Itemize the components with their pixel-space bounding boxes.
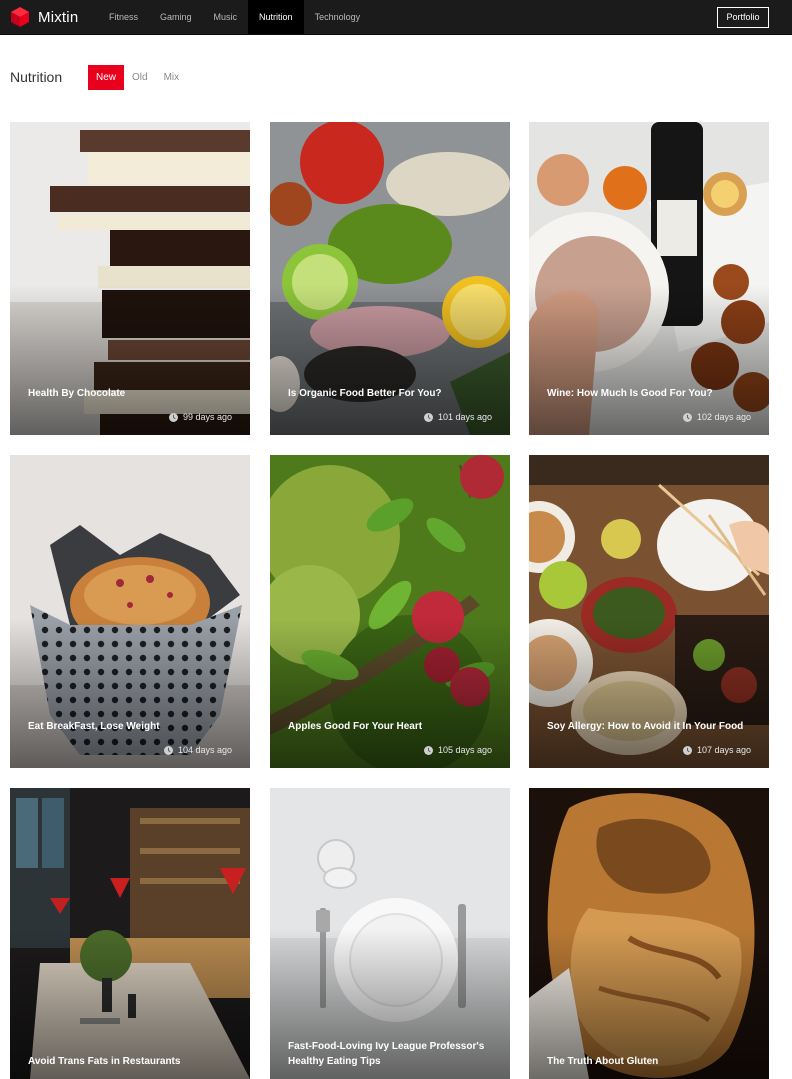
post-title: Wine: How Much Is Good For You? (547, 388, 713, 399)
post-age: 101 days ago (437, 412, 492, 422)
nav-item-nutrition[interactable]: Nutrition (248, 0, 304, 34)
sort-filters: New Old Mix (88, 65, 187, 90)
post-age: 102 days ago (696, 412, 751, 422)
post-title: Avoid Trans Fats in Restaurants (28, 1056, 181, 1067)
post-date: 99 days ago (168, 412, 232, 422)
page-title: Nutrition (10, 69, 63, 85)
post-card[interactable]: Is Organic Food Better For You? 101 days… (270, 122, 510, 435)
post-age: 99 days ago (182, 412, 232, 422)
nav-item-technology[interactable]: Technology (304, 0, 372, 34)
clock-icon (168, 412, 178, 422)
post-card[interactable]: Wine: How Much Is Good For You? 102 days… (529, 122, 769, 435)
post-card[interactable]: Fast-Food-Loving Ivy League Professor's … (270, 788, 510, 1079)
nav-item-music[interactable]: Music (203, 0, 249, 34)
clock-icon (682, 745, 692, 755)
clock-icon (423, 412, 433, 422)
nav-item-gaming[interactable]: Gaming (149, 0, 203, 34)
main-nav: Fitness Gaming Music Nutrition Technolog… (98, 0, 371, 34)
post-date: 102 days ago (682, 412, 751, 422)
clock-icon (682, 412, 692, 422)
post-card[interactable]: Apples Good For Your Heart 105 days ago (270, 455, 510, 768)
post-age: 105 days ago (437, 745, 492, 755)
post-card[interactable]: Eat BreakFast, Lose Weight 104 days ago (10, 455, 250, 768)
clock-icon (163, 745, 173, 755)
post-date: 107 days ago (682, 745, 751, 755)
post-title: Fast-Food-Loving Ivy League Professor's … (288, 1041, 485, 1067)
filter-new[interactable]: New (88, 65, 125, 90)
nav-item-fitness[interactable]: Fitness (98, 0, 149, 34)
post-title: Apples Good For Your Heart (288, 721, 423, 732)
post-date: 101 days ago (423, 412, 492, 422)
post-date: 105 days ago (423, 745, 492, 755)
post-title: Health By Chocolate (28, 388, 126, 399)
post-title: Soy Allergy: How to Avoid it In Your Foo… (547, 721, 744, 732)
post-card[interactable]: Soy Allergy: How to Avoid it In Your Foo… (529, 455, 769, 768)
post-title: The Truth About Gluten (547, 1056, 659, 1067)
post-card[interactable]: The Truth About Gluten (529, 788, 769, 1079)
brand[interactable]: Mixtin (10, 6, 78, 28)
top-navbar: Mixtin Fitness Gaming Music Nutrition Te… (0, 0, 792, 35)
post-age: 107 days ago (696, 745, 751, 755)
clock-icon (423, 745, 433, 755)
post-age: 104 days ago (177, 745, 232, 755)
portfolio-button[interactable]: Portfolio (717, 7, 769, 28)
post-date: 104 days ago (163, 745, 232, 755)
post-card[interactable]: Health By Chocolate 99 days ago (10, 122, 250, 435)
cube-icon (11, 7, 29, 27)
post-card[interactable]: Avoid Trans Fats in Restaurants (10, 788, 250, 1079)
filter-mix[interactable]: Mix (156, 65, 188, 90)
post-title: Eat BreakFast, Lose Weight (28, 721, 160, 732)
post-title: Is Organic Food Better For You? (288, 388, 442, 399)
brand-name: Mixtin (38, 8, 79, 26)
filter-old[interactable]: Old (124, 65, 156, 90)
